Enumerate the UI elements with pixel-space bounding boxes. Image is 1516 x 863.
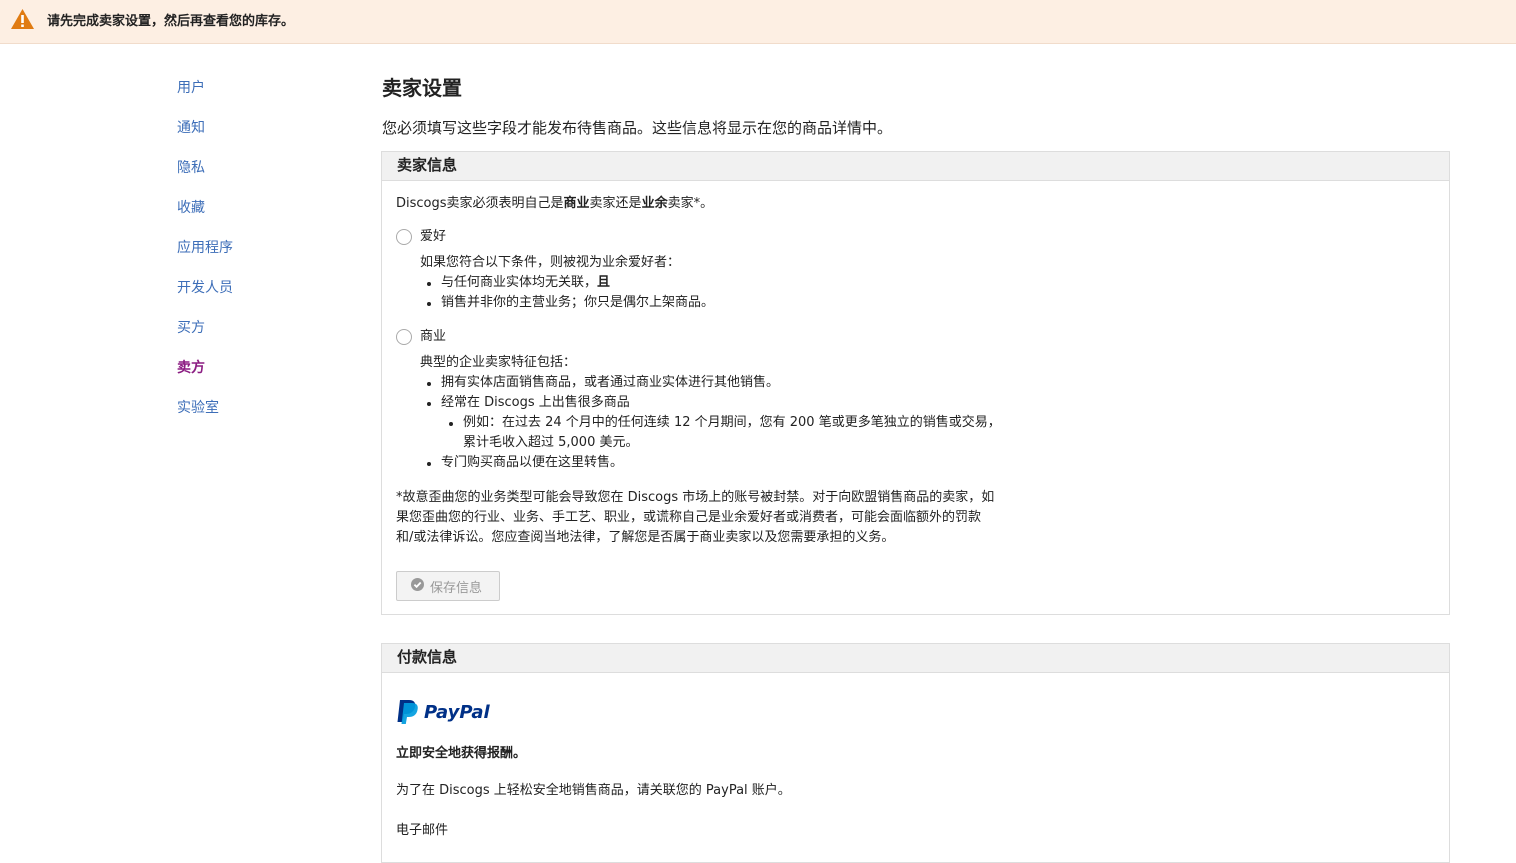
- bullet: [427, 382, 431, 386]
- alert-message: 请先完成卖家设置，然后再查看您的库存。: [47, 14, 295, 29]
- business-criterion-2: 经常在 Discogs 上出售很多商品: [441, 395, 630, 410]
- setup-alert-banner: 请先完成卖家设置，然后再查看您的库存。: [0, 0, 1516, 44]
- business-criterion-2-example-line2: 累计毛收入超过 5,000 美元。: [463, 435, 639, 450]
- page-intro: 您必须填写这些字段才能发布待售商品。这些信息将显示在您的商品详情中。: [382, 119, 893, 137]
- business-criterion-1: 拥有实体店面销售商品，或者通过商业实体进行其他销售。: [441, 375, 780, 390]
- criterion-bold-and: 且: [597, 275, 611, 290]
- prompt-bold-business: 商业: [563, 196, 590, 211]
- paypal-logo-text: PayPal: [424, 702, 491, 723]
- bullet: [427, 462, 431, 466]
- bullet: [427, 402, 431, 406]
- prompt-text: Discogs卖家必须表明自己是: [396, 196, 564, 211]
- seller-info-heading: 卖家信息: [382, 152, 1449, 181]
- hobby-criterion-1: 与任何商业实体均无关联，且: [441, 273, 610, 293]
- sidebar-item-seller[interactable]: 卖方: [177, 360, 233, 400]
- sidebar-item-privacy[interactable]: 隐私: [177, 160, 233, 200]
- sidebar-item-developers[interactable]: 开发人员: [177, 280, 233, 320]
- payment-description: 为了在 Discogs 上轻松安全地销售商品，请关联您的 PayPal 账户。: [396, 783, 791, 798]
- payment-info-heading: 付款信息: [382, 644, 1449, 673]
- bullet: [449, 422, 453, 426]
- business-label[interactable]: 商业: [420, 327, 446, 347]
- hobby-criterion-2: 销售并非你的主营业务；你只是偶尔上架商品。: [441, 295, 715, 310]
- sidebar-item-collection[interactable]: 收藏: [177, 200, 233, 240]
- page-title: 卖家设置: [382, 76, 462, 100]
- prompt-bold-hobby: 业余: [641, 196, 668, 211]
- hobby-description: 如果您符合以下条件，则被视为业余爱好者：: [420, 255, 681, 270]
- settings-sidebar: 用户 通知 隐私 收藏 应用程序 开发人员 买方 卖方 实验室: [177, 80, 233, 440]
- paypal-logo: PayPal: [397, 700, 491, 724]
- business-criterion-2-example-line1: 例如：在过去 24 个月中的任何连续 12 个月期间，您有 200 笔或更多笔独…: [463, 415, 1001, 430]
- seller-type-prompt: Discogs卖家必须表明自己是商业卖家还是业余卖家*。: [396, 194, 713, 214]
- disclaimer-line-3: 和/或法律诉讼。您应查阅当地法律，了解您是否属于商业卖家以及您需要承担的义务。: [396, 530, 895, 545]
- business-radio[interactable]: [396, 329, 412, 345]
- payment-tagline: 立即安全地获得报酬。: [396, 746, 527, 761]
- disclaimer-line-2: 果您歪曲您的行业、业务、手工艺、职业，或谎称自己是业余爱好者或消费者，可能会面临…: [396, 510, 982, 525]
- hobby-radio[interactable]: [396, 229, 412, 245]
- disclaimer-line-1: *故意歪曲您的业务类型可能会导致您在 Discogs 市场上的账号被封禁。对于向…: [396, 490, 995, 505]
- save-info-button[interactable]: 保存信息: [396, 571, 500, 601]
- bullet: [427, 282, 431, 286]
- sidebar-item-buyer[interactable]: 买方: [177, 320, 233, 360]
- hobby-label[interactable]: 爱好: [420, 227, 446, 247]
- sidebar-item-user[interactable]: 用户: [177, 80, 233, 120]
- email-label: 电子邮件: [396, 823, 449, 838]
- business-criterion-3: 专门购买商品以便在这里转售。: [441, 455, 624, 470]
- check-circle-icon: [411, 578, 424, 591]
- sidebar-item-labs[interactable]: 实验室: [177, 400, 233, 440]
- prompt-text: 卖家还是: [589, 196, 642, 211]
- sidebar-item-notifications[interactable]: 通知: [177, 120, 233, 160]
- business-description: 典型的企业卖家特征包括：: [420, 355, 577, 370]
- payment-info-panel: 付款信息 PayPal 立即安全地获得报酬。 为了在 Discogs 上轻松安全…: [381, 643, 1450, 863]
- prompt-text: 卖家*。: [667, 196, 714, 211]
- save-button-label: 保存信息: [430, 580, 483, 595]
- seller-info-panel: 卖家信息 Discogs卖家必须表明自己是商业卖家还是业余卖家*。 爱好 如果您…: [381, 151, 1450, 615]
- bullet: [427, 302, 431, 306]
- warning-icon: [11, 9, 34, 29]
- criterion-text: 与任何商业实体均无关联，: [441, 275, 598, 290]
- sidebar-item-applications[interactable]: 应用程序: [177, 240, 233, 280]
